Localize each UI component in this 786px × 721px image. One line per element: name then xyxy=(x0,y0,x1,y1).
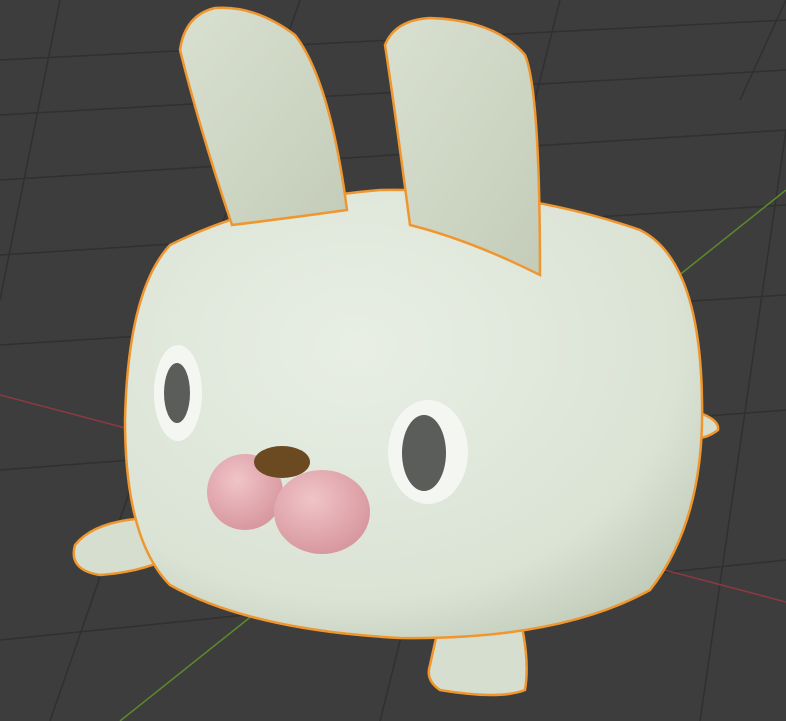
right-eye-inner xyxy=(402,415,446,491)
right-cheek xyxy=(274,470,370,554)
3d-viewport[interactable] xyxy=(0,0,786,721)
left-ear[interactable] xyxy=(178,6,349,227)
nose xyxy=(254,446,310,478)
viewport-canvas[interactable] xyxy=(0,0,786,721)
left-eye-inner xyxy=(164,363,190,423)
